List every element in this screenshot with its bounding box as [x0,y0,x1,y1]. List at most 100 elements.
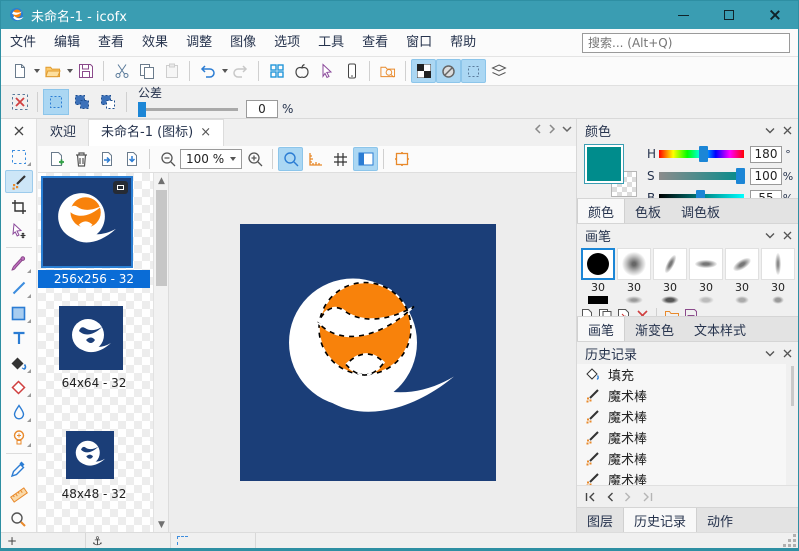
brush-panel-close-icon[interactable] [783,231,792,240]
rulers-toggle[interactable] [303,147,328,171]
resize-grip[interactable] [784,535,796,547]
menu-view[interactable]: 查看 [89,29,133,56]
history-scrollbar[interactable] [791,366,794,406]
tab-palette[interactable]: 调色板 [671,199,730,223]
text-tool[interactable] [5,327,33,350]
line-tool[interactable] [5,277,33,300]
brush-tool[interactable] [5,252,33,275]
layers-button[interactable] [486,59,511,83]
tab-history[interactable]: 历史记录 [623,508,697,532]
search-input[interactable] [583,34,789,52]
format-list-scrollbar[interactable]: ▲ ▼ [153,173,168,532]
delete-image-button[interactable] [69,147,94,171]
browse-folder-button[interactable] [375,59,400,83]
paste-button[interactable] [159,59,184,83]
saturation-slider[interactable] [659,172,744,180]
add-image-button[interactable] [44,147,69,171]
fill-tool[interactable] [5,352,33,375]
history-item-wand-3[interactable]: 魔术棒 [577,427,786,448]
tab-brush[interactable]: 画笔 [577,317,625,341]
copy-button[interactable] [134,59,159,83]
hue-slider[interactable] [659,150,744,158]
rect-select-tool[interactable] [5,145,33,168]
brush-angle-1[interactable]: 30 [653,248,687,294]
phone-format-button[interactable] [339,59,364,83]
history-item-wand-2[interactable]: 魔术棒 [577,406,786,427]
tab-layers[interactable]: 图层 [577,508,623,532]
color-panel-collapse-icon[interactable] [765,127,775,134]
fit-window-button[interactable] [389,147,414,171]
history-item-wand-1[interactable]: 魔术棒 [577,385,786,406]
tab-untitled-icon[interactable]: 未命名-1 (图标) × [88,119,224,146]
eyedropper-tool[interactable] [5,458,33,481]
menu-file[interactable]: 文件 [1,29,45,56]
history-item-wand-5[interactable]: 魔术棒 [577,469,786,485]
grid-toggle[interactable] [328,147,353,171]
panels-toggle[interactable] [353,147,378,171]
primary-color-swatch[interactable] [585,145,623,183]
open-button[interactable] [40,59,65,83]
tab-scroll-right-icon[interactable] [548,124,556,134]
effect-tool[interactable] [5,426,33,449]
menu-help[interactable]: 帮助 [441,29,485,56]
rectangle-tool[interactable] [5,302,33,325]
history-item-fill[interactable]: 填充 [577,364,786,385]
export-image-button[interactable] [119,147,144,171]
scrollbar-thumb[interactable] [156,190,167,286]
macos-format-button[interactable] [289,59,314,83]
move-tool[interactable] [5,220,33,243]
close-button[interactable] [752,1,798,29]
brush-panel-collapse-icon[interactable] [765,232,775,239]
minimize-button[interactable] [660,1,706,29]
tab-text-style[interactable]: 文本样式 [684,317,756,341]
history-item-wand-4[interactable]: 魔术棒 [577,448,786,469]
scroll-up-icon[interactable]: ▲ [154,173,169,188]
history-next-icon[interactable] [624,492,632,502]
undo-button[interactable] [195,59,220,83]
scroll-down-icon[interactable]: ▼ [154,517,169,532]
tolerance-input[interactable] [246,100,278,118]
hue-slider-handle[interactable] [699,146,708,162]
crop-tool[interactable] [5,195,33,218]
menu-options[interactable]: 选项 [265,29,309,56]
transparency-grid-toggle[interactable] [411,59,436,83]
brush-vertical[interactable]: 30 [761,248,795,294]
brush-round-soft[interactable]: 30 [617,248,651,294]
tolerance-slider[interactable] [138,108,238,111]
color-panel-close-icon[interactable] [783,126,792,135]
cut-button[interactable] [109,59,134,83]
cursor-format-button[interactable] [314,59,339,83]
tab-close-icon[interactable]: × [200,120,211,146]
hue-value[interactable]: 180 [750,146,782,163]
tab-gradient[interactable]: 渐变色 [625,317,684,341]
color-swatches[interactable] [585,145,641,201]
menu-image[interactable]: 图像 [221,29,265,56]
brush-round-hard[interactable]: 30 [581,248,615,294]
new-document-button[interactable] [7,59,32,83]
tab-list-icon[interactable] [562,125,572,133]
deselect-button[interactable] [7,90,32,114]
maximize-button[interactable] [706,1,752,29]
history-panel-close-icon[interactable] [783,349,792,358]
redo-button[interactable] [228,59,253,83]
saturation-value[interactable]: 100 [750,168,782,185]
tab-welcome[interactable]: 欢迎 [38,119,88,146]
canvas-workspace[interactable] [169,173,576,532]
menu-edit[interactable]: 编辑 [45,29,89,56]
show-selection-toggle[interactable] [461,59,486,83]
zoom-out-button[interactable] [155,147,180,171]
add-selection-mode-button[interactable] [69,89,95,115]
history-prev-icon[interactable] [606,492,614,502]
subtract-selection-mode-button[interactable] [95,89,121,115]
magnify-toggle[interactable] [278,147,303,171]
zoom-tool[interactable] [5,508,33,531]
new-selection-mode-button[interactable] [43,89,69,115]
icon-canvas[interactable] [240,224,496,481]
menu-view2[interactable]: 查看 [353,29,397,56]
toolpanel-close-button[interactable] [4,121,34,140]
menu-adjust[interactable]: 调整 [177,29,221,56]
menu-tools[interactable]: 工具 [309,29,353,56]
brush-angle-2[interactable]: 30 [725,248,759,294]
brush-flat[interactable]: 30 [689,248,723,294]
tab-actions[interactable]: 动作 [697,508,743,532]
